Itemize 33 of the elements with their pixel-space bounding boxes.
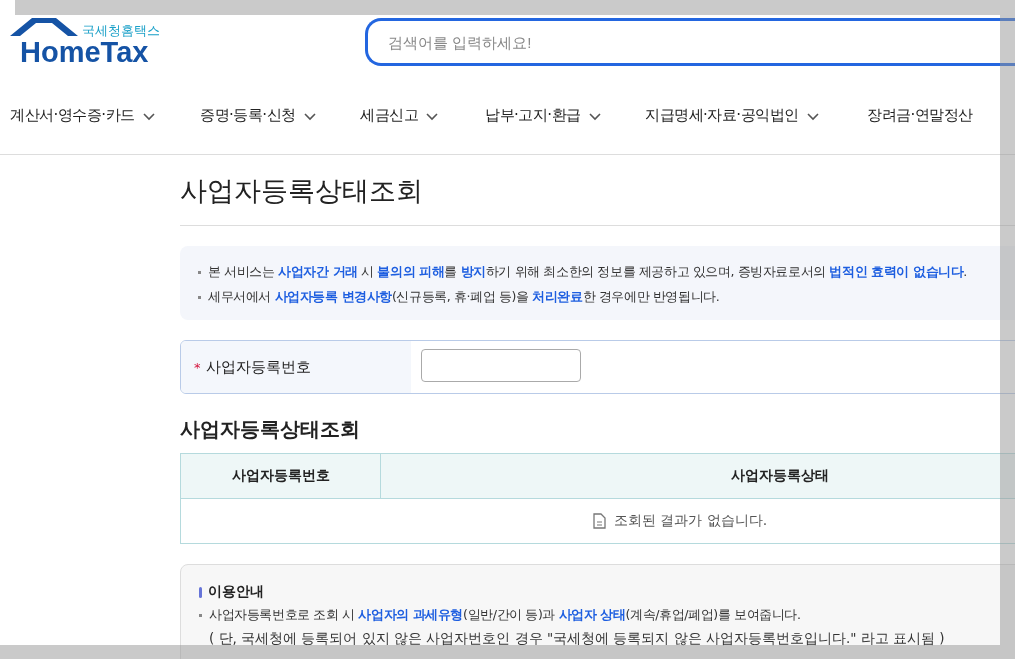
column-header: 사업자등록상태 <box>730 466 830 485</box>
chevron-down-icon <box>588 113 601 121</box>
section-title: 사업자등록상태조회 <box>180 416 361 443</box>
page-title: 사업자등록상태조회 <box>180 155 1015 226</box>
field-label: 사업자등록번호 <box>205 357 311 377</box>
nav-menu-item[interactable]: 지급명세·자료·공익법인 <box>645 106 799 125</box>
bullet-icon <box>198 271 201 274</box>
business-number-input[interactable] <box>421 349 581 382</box>
required-mark: * <box>194 359 201 375</box>
nav-menu-item[interactable]: 납부·고지·환급 <box>485 106 581 125</box>
chevron-down-icon <box>142 113 155 121</box>
empty-message: 조회된 결과가 없습니다. <box>613 512 768 530</box>
search-field[interactable]: 검색어를 입력하세요! <box>365 18 1015 66</box>
notice-text: 세무서에서 사업자등록 변경사항(신규등록, 휴·폐업 등)을 처리완료한 경우에만 반영됩니다. <box>208 289 720 306</box>
guide-text: 사업자등록번호로 조회 시 사업자의 과세유형(일반/간이 등)과 사업자 상태(계속/휴업/폐업)를 보여줍니다. <box>209 607 801 624</box>
notice-text: 본 서비스는 사업자간 거래 시 불의의 피해를 방지하기 위해 최소한의 정보를 제공하고 있으며, 증빙자료로서의 법적인 효력이 없습니다. <box>208 264 967 281</box>
nav-menu-item[interactable]: 장려금·연말정산 <box>867 106 973 125</box>
nav-menu-item[interactable]: 계산서·영수증·카드 <box>10 106 135 125</box>
bullet-icon <box>199 614 202 617</box>
chevron-down-icon <box>303 113 316 121</box>
document-icon <box>592 513 606 529</box>
column-header: 사업자등록번호 <box>181 454 381 498</box>
title-bar-icon <box>199 586 202 598</box>
nav-menu-item[interactable]: 증명·등록·신청 <box>200 106 296 125</box>
guide-title: 이용안내 <box>208 583 264 601</box>
nav-menu-item[interactable]: 세금신고 <box>360 106 418 125</box>
logo-wordmark[interactable]: HomeTax <box>20 38 160 66</box>
logo-subtitle: 국세청홈택스 <box>82 24 160 38</box>
bullet-icon <box>198 296 201 299</box>
guide-note: ( 단, 국세청에 등록되어 있지 않은 사업자번호인 경우 "국세청에 등록되지 않은 사업자등록번호입니다." 라고 표시됨 ) <box>208 630 946 648</box>
chevron-down-icon <box>426 113 438 121</box>
chevron-down-icon <box>806 113 819 121</box>
house-roof-icon <box>10 16 80 38</box>
